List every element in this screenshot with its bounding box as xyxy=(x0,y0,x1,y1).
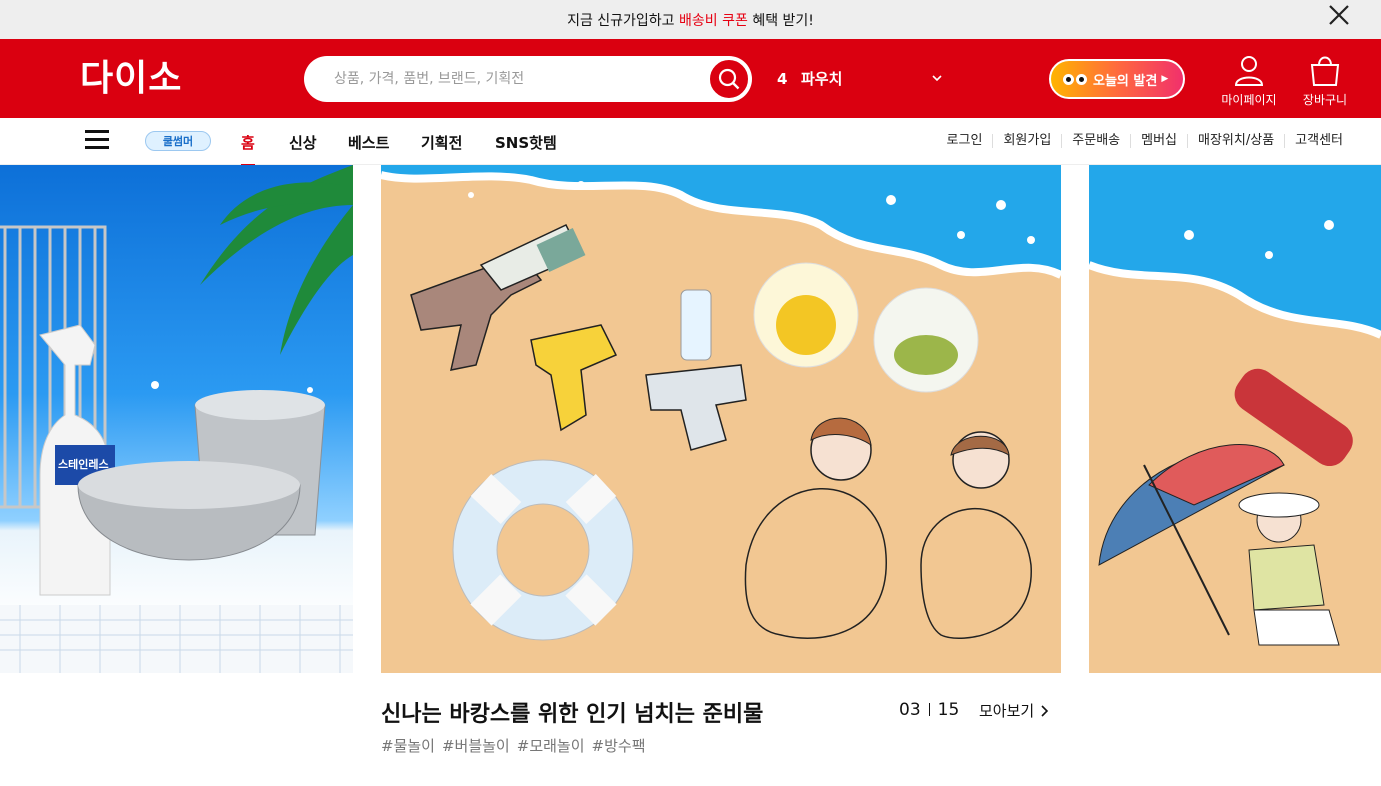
membership-link[interactable]: 멤버십 xyxy=(1130,134,1187,148)
signup-link[interactable]: 회원가입 xyxy=(992,134,1061,148)
banner-title[interactable]: 신나는 바캉스를 위한 인기 넘치는 준비물 xyxy=(381,696,763,728)
banner-slide-prev[interactable]: 스테인레스 xyxy=(0,165,353,673)
mypage-label: 마이페이지 xyxy=(1221,93,1277,107)
hamburger-icon[interactable] xyxy=(85,130,109,150)
close-icon[interactable] xyxy=(1327,3,1351,27)
cool-summer-event-badge[interactable]: 쿨썸머 xyxy=(145,131,211,151)
tag-item[interactable]: #모래놀이 xyxy=(517,735,585,756)
user-icon xyxy=(1234,56,1264,86)
nav-item-exhibition[interactable]: 기획전 xyxy=(421,132,462,153)
promo-bar[interactable]: 지금 신규가입하고 배송비 쿠폰 혜택 받기! xyxy=(0,0,1381,39)
ranking-term: 파우치 xyxy=(801,70,843,88)
eyes-icon xyxy=(1063,73,1087,85)
search-icon xyxy=(718,68,740,90)
banner-tags: #물놀이 #버블놀이 #모래놀이 #방수팩 xyxy=(381,735,646,756)
popular-search-ranking[interactable]: 4 파우치 xyxy=(777,68,842,89)
tag-item[interactable]: #버블놀이 xyxy=(442,735,510,756)
promo-prefix: 지금 신규가입하고 xyxy=(567,12,680,29)
nav-item-new[interactable]: 신상 xyxy=(289,132,317,153)
promo-suffix: 혜택 받기! xyxy=(747,12,814,29)
search-button[interactable] xyxy=(708,58,750,100)
daiso-logo[interactable]: 다이소 xyxy=(80,59,182,99)
main-nav: 쿨썸머 홈 신상 베스트 기획전 SNS핫템 로그인 회원가입 주문배송 멤버십… xyxy=(0,118,1381,166)
slide-counter: 03 15 xyxy=(899,700,959,720)
play-arrow-icon: ▶ xyxy=(1161,74,1169,84)
nav-item-best[interactable]: 베스트 xyxy=(348,132,389,153)
beach-toys-illustration xyxy=(381,165,1061,641)
cart-label: 장바구니 xyxy=(1302,93,1348,107)
login-link[interactable]: 로그인 xyxy=(937,134,993,148)
slide-current: 03 xyxy=(899,700,921,720)
customer-center-link[interactable]: 고객센터 xyxy=(1284,134,1353,148)
bag-icon xyxy=(1310,56,1340,86)
svg-text:스테인레스: 스테인레스 xyxy=(58,457,109,471)
search-input[interactable] xyxy=(334,56,704,102)
nav-item-home[interactable]: 홈 xyxy=(241,132,255,166)
orders-link[interactable]: 주문배송 xyxy=(1061,134,1130,148)
utility-links: 로그인 회원가입 주문배송 멤버십 매장위치/상품 고객센터 xyxy=(937,134,1353,148)
beach-umbrella-illustration xyxy=(1089,165,1381,646)
chevron-down-icon[interactable] xyxy=(930,71,944,85)
promo-highlight: 배송비 쿠폰 xyxy=(679,12,748,29)
today-discovery-label: 오늘의 발견 xyxy=(1093,73,1158,89)
view-all-label: 모아보기 xyxy=(979,702,1035,720)
mypage-button[interactable]: 마이페이지 xyxy=(1214,53,1284,108)
today-discovery-button[interactable]: 오늘의 발견 ▶ xyxy=(1049,59,1185,99)
banner-slide-current[interactable] xyxy=(381,165,1061,673)
store-location-link[interactable]: 매장위치/상품 xyxy=(1187,134,1284,148)
view-all-button[interactable]: 모아보기 xyxy=(979,700,1050,721)
tag-item[interactable]: #물놀이 xyxy=(381,735,435,756)
promo-text: 지금 신규가입하고 배송비 쿠폰 혜택 받기! xyxy=(567,10,814,30)
cart-button[interactable]: 장바구니 xyxy=(1290,53,1360,108)
tag-item[interactable]: #방수팩 xyxy=(592,735,646,756)
chevron-right-icon xyxy=(1041,704,1049,717)
search-box[interactable] xyxy=(304,56,752,102)
slide-total: 15 xyxy=(937,700,960,720)
nav-item-sns[interactable]: SNS핫템 xyxy=(495,132,557,153)
kitchen-product-illustration: 스테인레스 xyxy=(0,165,353,673)
banner-slide-next[interactable] xyxy=(1089,165,1381,673)
ranking-number: 4 xyxy=(777,70,788,88)
header: 다이소 4 파우치 오늘의 발견 ▶ 마이페이지 장바구니 xyxy=(0,39,1381,118)
